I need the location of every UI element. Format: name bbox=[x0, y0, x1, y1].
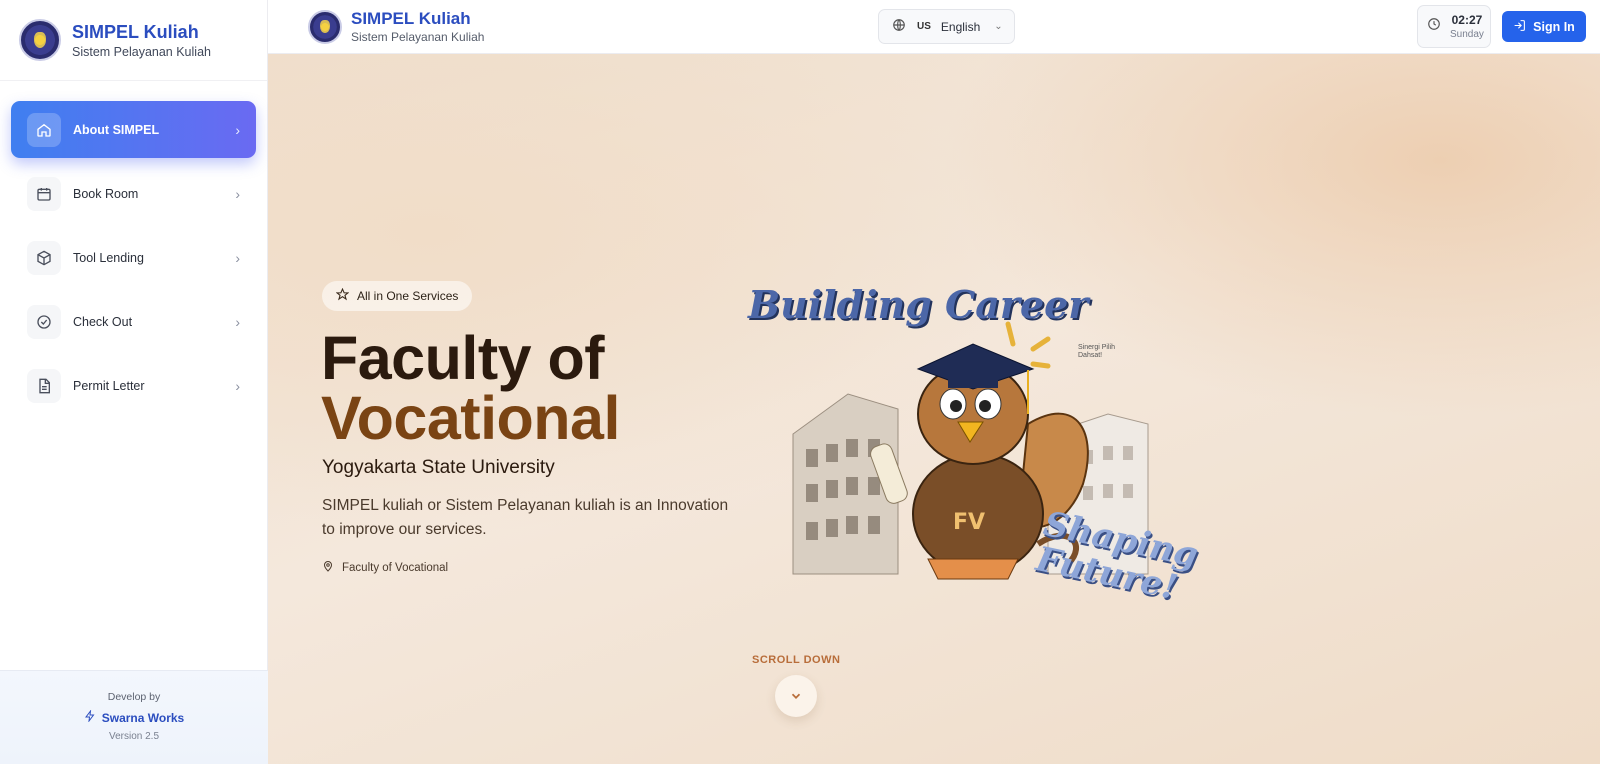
university-logo bbox=[19, 19, 61, 61]
language-selector[interactable]: US English ⌄ bbox=[878, 9, 1015, 44]
sidebar: SIMPEL Kuliah Sistem Pelayanan Kuliah Ab… bbox=[0, 0, 268, 764]
scroll-down-label: SCROLL DOWN bbox=[752, 654, 841, 666]
sidebar-brand-title: SIMPEL Kuliah bbox=[72, 22, 199, 42]
clock-widget: 02:27 Sunday bbox=[1417, 5, 1491, 48]
lightning-icon bbox=[84, 709, 96, 725]
clock-icon bbox=[1427, 17, 1441, 36]
building-career-text: Building Career bbox=[748, 282, 1089, 327]
map-pin-icon bbox=[322, 560, 334, 575]
sidebar-item-label: Tool Lending bbox=[73, 250, 144, 265]
header-brand[interactable]: SIMPEL Kuliah Sistem Pelayanan Kuliah bbox=[308, 9, 484, 44]
star-icon bbox=[335, 287, 350, 304]
clock-day: Sunday bbox=[1450, 29, 1484, 40]
sidebar-item-check-out[interactable]: Check Out › bbox=[11, 293, 256, 350]
home-icon bbox=[27, 112, 61, 147]
sidebar-brand-subtitle: Sistem Pelayanan Kuliah bbox=[72, 45, 211, 59]
header-subtitle: Sistem Pelayanan Kuliah bbox=[351, 30, 485, 44]
developer-link[interactable]: Swarna Works bbox=[0, 709, 268, 725]
hero-title-line1: Faculty of bbox=[321, 324, 605, 392]
sidebar-item-permit-letter[interactable]: Permit Letter › bbox=[11, 357, 256, 414]
mascot-illustration: FV Building Career Sinergi Pilih Dahsat!… bbox=[748, 274, 1268, 634]
university-logo bbox=[308, 9, 342, 44]
sidebar-item-label: Permit Letter bbox=[73, 378, 145, 393]
hero-description: SIMPEL kuliah or Sistem Pelayanan kuliah… bbox=[322, 497, 729, 538]
calendar-icon bbox=[27, 176, 61, 211]
scroll-down[interactable]: SCROLL DOWN bbox=[752, 654, 840, 717]
sign-in-label: Sign In bbox=[1533, 19, 1575, 34]
mini-brand-logo: Sinergi Pilih Dahsat! bbox=[1078, 344, 1115, 359]
chevron-down-icon: ⌄ bbox=[994, 21, 1003, 32]
location-label: Faculty of Vocational bbox=[342, 561, 449, 574]
header-title: SIMPEL Kuliah bbox=[351, 9, 471, 28]
login-icon bbox=[1513, 19, 1526, 35]
chevron-right-icon: › bbox=[235, 185, 240, 202]
chevron-right-icon: › bbox=[235, 249, 240, 266]
language-flag: US bbox=[917, 21, 931, 32]
sidebar-item-book-room[interactable]: Book Room › bbox=[11, 165, 256, 222]
scroll-down-button[interactable] bbox=[775, 675, 818, 717]
university-name: Yogyakarta State University bbox=[322, 457, 555, 478]
sidebar-item-label: About SIMPEL bbox=[73, 122, 160, 137]
hero-section: All in One Services Faculty of Vocationa… bbox=[268, 54, 1600, 764]
sidebar-item-label: Book Room bbox=[73, 186, 139, 201]
developer-name: Swarna Works bbox=[101, 710, 185, 725]
sign-in-button[interactable]: Sign In bbox=[1502, 11, 1586, 42]
document-icon bbox=[27, 368, 61, 403]
top-header: SIMPEL Kuliah Sistem Pelayanan Kuliah US… bbox=[268, 0, 1600, 54]
sidebar-footer: Develop by Swarna Works Version 2.5 bbox=[0, 670, 268, 764]
sidebar-item-tool-lending[interactable]: Tool Lending › bbox=[11, 229, 256, 286]
location-info: Faculty of Vocational bbox=[322, 560, 448, 575]
sidebar-item-about-simpel[interactable]: About SIMPEL › bbox=[11, 101, 256, 158]
sidebar-brand[interactable]: SIMPEL Kuliah Sistem Pelayanan Kuliah bbox=[0, 0, 267, 81]
svg-text:FV: FV bbox=[953, 510, 985, 535]
language-label: English bbox=[940, 19, 981, 34]
box-icon bbox=[27, 240, 61, 275]
chevron-right-icon: › bbox=[235, 313, 240, 330]
globe-icon bbox=[892, 18, 906, 35]
chevron-down-icon bbox=[792, 693, 801, 699]
check-circle-icon bbox=[27, 304, 61, 339]
chevron-right-icon: › bbox=[235, 377, 240, 394]
sidebar-item-label: Check Out bbox=[73, 314, 133, 329]
badge-label: All in One Services bbox=[357, 289, 459, 303]
services-badge: All in One Services bbox=[322, 281, 473, 311]
sidebar-nav: About SIMPEL › Book Room › Tool Lending … bbox=[0, 81, 267, 414]
hero-title-line2: Vocational bbox=[321, 384, 620, 452]
chevron-right-icon: › bbox=[235, 121, 240, 138]
version-label: Version 2.5 bbox=[108, 731, 160, 742]
develop-by-label: Develop by bbox=[107, 691, 161, 703]
clock-time: 02:27 bbox=[1451, 13, 1483, 27]
